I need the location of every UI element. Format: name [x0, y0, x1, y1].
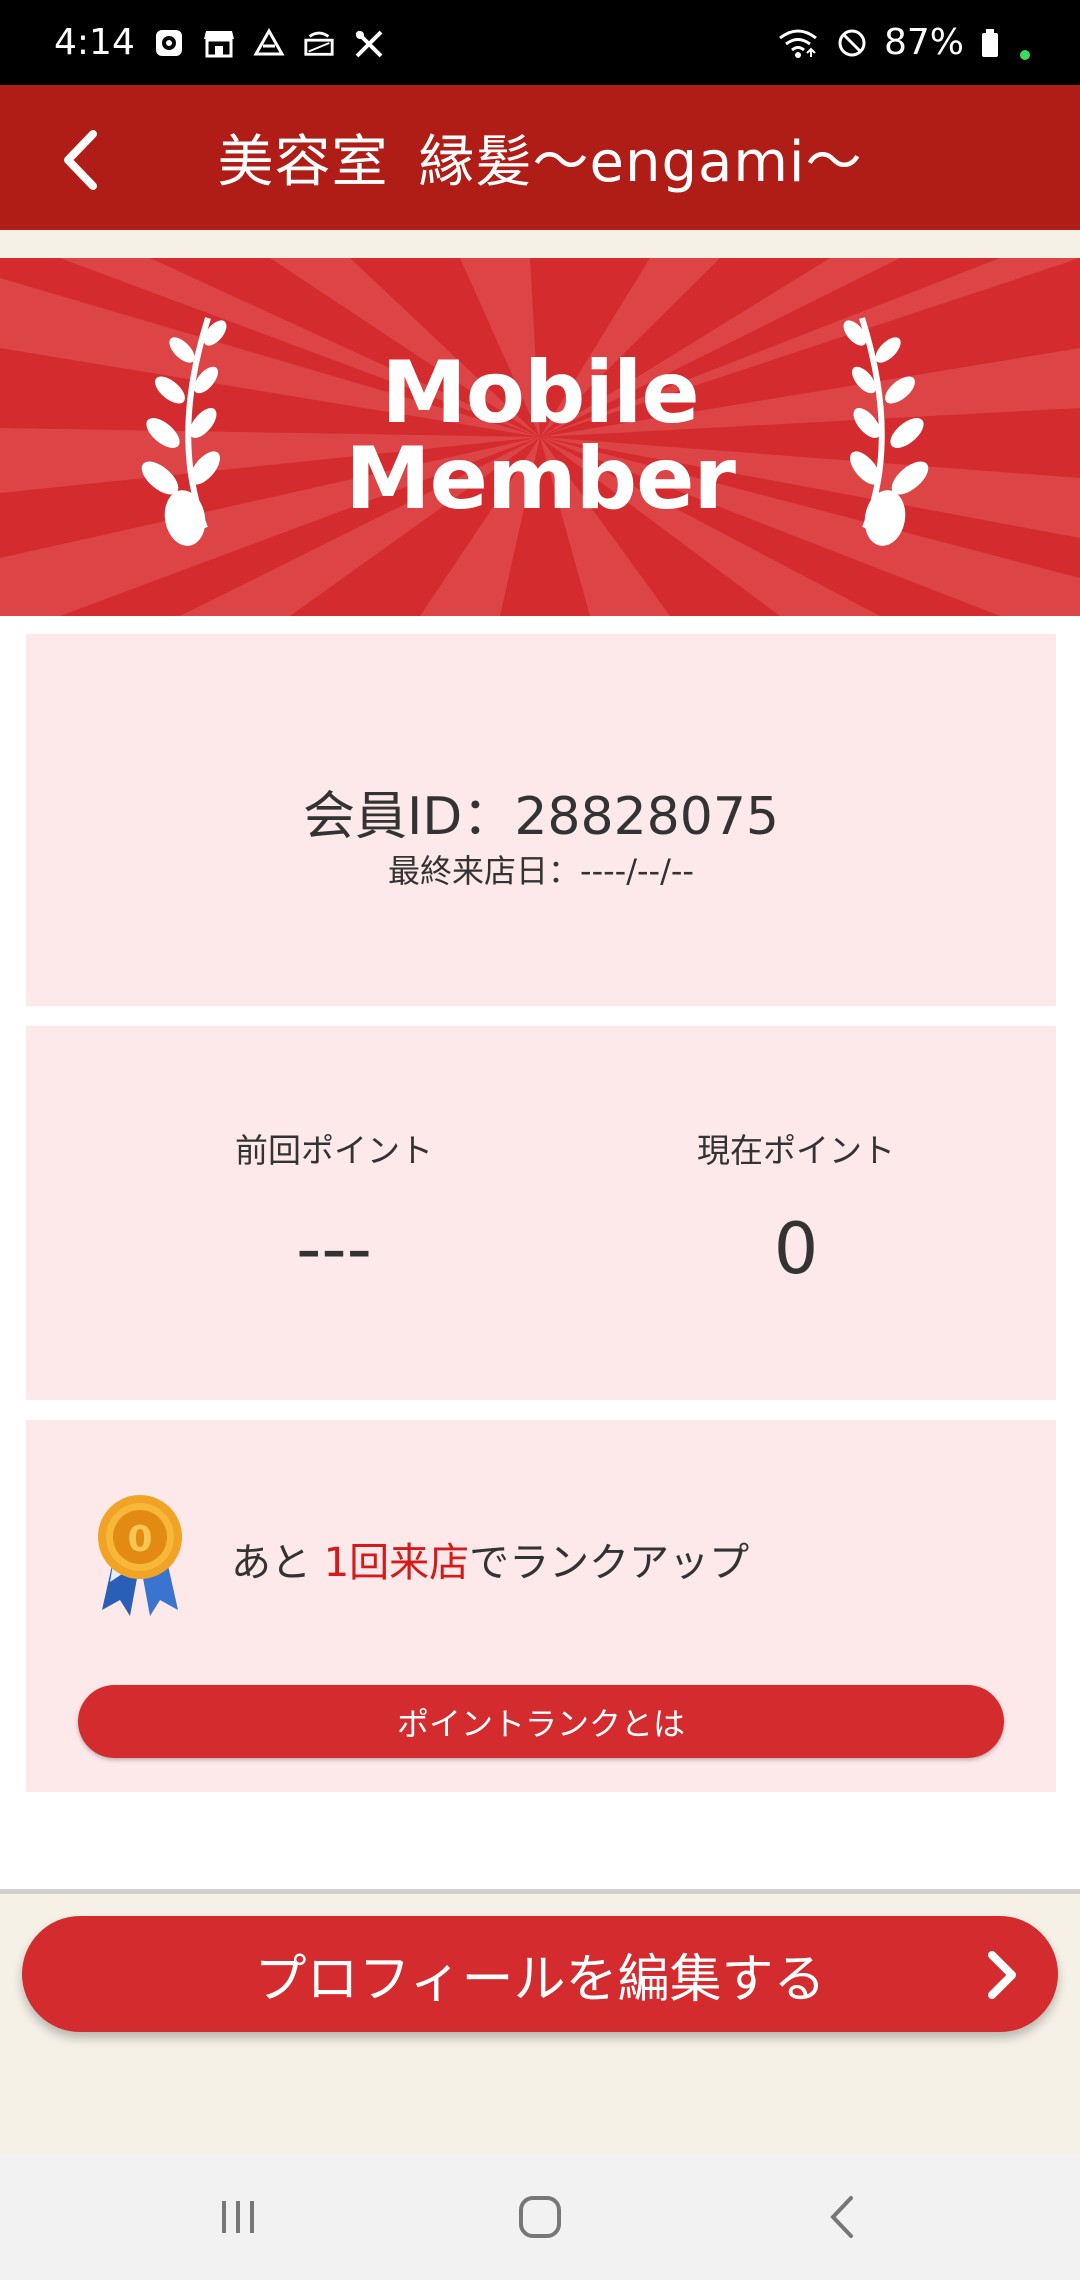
recent-apps-button[interactable]: [208, 2192, 268, 2242]
battery-icon: [980, 27, 1000, 59]
store-icon: [203, 27, 235, 59]
recent-apps-icon: [222, 2201, 254, 2233]
do-not-disturb-icon: [836, 27, 868, 59]
banner-line-1: Mobile: [381, 343, 700, 443]
chevron-right-icon: [988, 1951, 1016, 1999]
previous-points-label: 前回ポイント: [235, 1131, 433, 1170]
rank-up-message: あと 1回来店でランクアップ: [231, 1530, 749, 1588]
rank-text-suffix: でランクアップ: [469, 1540, 750, 1586]
router-icon: [303, 27, 335, 59]
banner-line-2: Member: [345, 429, 736, 529]
edit-profile-label: プロフィールを編集する: [254, 1949, 826, 2010]
salon-type: 美容室: [217, 130, 389, 195]
wifi-icon: [776, 27, 820, 59]
current-points-value: 0: [773, 1208, 819, 1290]
last-visit-date: 最終来店日：----/--/--: [388, 852, 694, 890]
medal-number: 0: [127, 1519, 152, 1560]
system-back-button[interactable]: [812, 2192, 872, 2242]
member-banner: Mobile Member: [0, 258, 1080, 616]
status-bar: 4:14 87%: [0, 0, 1080, 85]
status-left: 4:14: [54, 22, 385, 63]
system-back-icon: [830, 2196, 853, 2238]
rank-text-visits: 1回来店: [323, 1540, 470, 1586]
rank-card: 0 あと 1回来店でランクアップ ポイントランクとは: [26, 1420, 1056, 1792]
points-card: 前回ポイント --- 現在ポイント 0: [26, 1026, 1056, 1400]
member-id: 会員ID：28828075: [302, 787, 780, 847]
previous-points-value: ---: [296, 1208, 372, 1290]
system-nav-bar: [0, 2154, 1080, 2280]
status-time: 4:14: [54, 22, 135, 63]
edit-profile-button[interactable]: プロフィールを編集する: [22, 1916, 1058, 2032]
current-points: 現在ポイント 0: [596, 1124, 996, 1290]
medal-icon: 0: [90, 1492, 190, 1626]
home-icon: [519, 2196, 561, 2238]
point-rank-info-button[interactable]: ポイントランクとは: [78, 1685, 1004, 1758]
banner-title: Mobile Member: [0, 350, 1080, 522]
privacy-indicator: [1020, 49, 1030, 60]
current-points-label: 現在ポイント: [697, 1131, 895, 1170]
rank-text-prefix: あと: [231, 1540, 324, 1586]
app-header: 美容室 縁髪〜engami〜: [0, 85, 1080, 230]
tools-icon: [353, 27, 385, 59]
battery-percent: 87%: [883, 22, 964, 63]
status-right: 87%: [776, 22, 1030, 63]
previous-points: 前回ポイント ---: [134, 1124, 534, 1290]
member-id-card: 会員ID：28828075 最終来店日：----/--/--: [26, 634, 1056, 1006]
clock-app-icon: [153, 27, 185, 59]
header-strip: [0, 230, 1080, 258]
home-button[interactable]: [510, 2192, 570, 2242]
page-title: 美容室 縁髪〜engami〜: [0, 117, 1080, 198]
salon-name: 縁髪〜engami〜: [418, 130, 863, 195]
drive-icon: [253, 27, 285, 59]
